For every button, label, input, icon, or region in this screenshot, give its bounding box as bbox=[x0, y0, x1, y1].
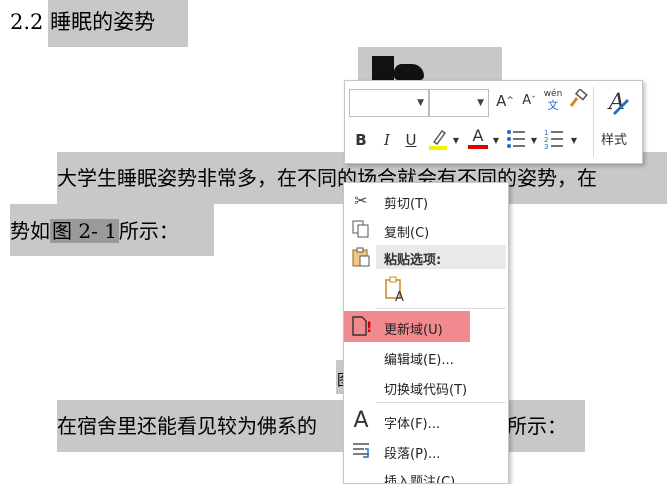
shrink-font-icon: A bbox=[522, 93, 532, 108]
format-painter-icon bbox=[569, 88, 588, 107]
menu-item-label: 插入题注(C)... bbox=[384, 475, 468, 484]
font-color-glyph: A bbox=[472, 126, 484, 145]
numbering-icon: 1 2 3 bbox=[544, 129, 563, 151]
numbering-button[interactable]: 1 2 3 bbox=[543, 128, 565, 155]
menu-item-label: 段落(P)... bbox=[384, 447, 441, 462]
underline-button[interactable]: U bbox=[403, 130, 419, 150]
paste-text-only-button[interactable]: A bbox=[384, 275, 408, 305]
grow-font-icon: A bbox=[496, 92, 507, 110]
phonetic-guide-char: 文 bbox=[547, 99, 559, 112]
line2-prefix: 势如 bbox=[10, 219, 50, 243]
context-menu: ✂ 剪切(T) 复制(C) 粘贴选项: A ! 更新域(U) 编辑域(E)...… bbox=[343, 182, 509, 484]
font-size-combo[interactable]: ▼ bbox=[429, 89, 489, 117]
figure-reference-field[interactable]: 图 2- 1 bbox=[50, 219, 119, 243]
styles-button[interactable]: A bbox=[603, 87, 637, 122]
numbering-dropdown[interactable]: ▼ bbox=[569, 131, 579, 151]
font-icon: A bbox=[353, 408, 369, 433]
update-field-icon: ! bbox=[350, 315, 372, 337]
menu-item-label: 复制(C) bbox=[384, 226, 430, 241]
menu-item-insert-caption[interactable]: 插入题注(C)... bbox=[344, 465, 508, 484]
section-heading: 2.2 睡眠的姿势 bbox=[10, 10, 156, 34]
paste-options-header: 粘贴选项: bbox=[376, 245, 506, 269]
picture-fragment-head bbox=[394, 64, 424, 80]
paragraph1-line2: 势如图 2- 1 所示： bbox=[10, 218, 179, 244]
paste-icon bbox=[350, 246, 372, 268]
phonetic-guide-button[interactable]: wén 文 bbox=[542, 89, 564, 111]
copy-icon bbox=[350, 219, 372, 241]
font-color-button[interactable]: A bbox=[467, 127, 489, 149]
toolbar-divider bbox=[593, 87, 594, 157]
line2-suffix: 所示： bbox=[118, 219, 179, 243]
paragraph1-line1: 大学生睡眠姿势非常多，在不同的场合就会有不同的姿势，在 bbox=[57, 166, 597, 190]
menu-item-update-field[interactable]: ! 更新域(U) bbox=[344, 311, 508, 342]
bullets-button[interactable] bbox=[505, 128, 527, 155]
mini-toolbar: ▼ ▼ A^ Aˇ wén 文 A 样式 B I U ▼ A ▼ ▼ 1 2 3… bbox=[344, 80, 643, 164]
font-color-swatch bbox=[468, 145, 488, 149]
menu-item-label: 字体(F)... bbox=[384, 417, 441, 432]
menu-item-font[interactable]: A 字体(F)... bbox=[344, 407, 508, 435]
font-color-dropdown[interactable]: ▼ bbox=[491, 131, 501, 151]
highlight-color-swatch bbox=[429, 146, 447, 150]
highlight-dropdown[interactable]: ▼ bbox=[451, 131, 461, 151]
menu-item-copy[interactable]: 复制(C) bbox=[344, 216, 508, 244]
menu-separator bbox=[376, 402, 506, 403]
svg-text:3: 3 bbox=[544, 143, 548, 150]
bold-button[interactable]: B bbox=[353, 130, 369, 150]
paste-text-only-icon: A bbox=[385, 276, 404, 305]
menu-item-edit-field[interactable]: 编辑域(E)... bbox=[344, 343, 508, 371]
scissors-icon: ✂ bbox=[354, 191, 368, 210]
menu-item-paragraph[interactable]: 段落(P)... bbox=[344, 437, 508, 465]
chevron-down-icon: ▼ bbox=[477, 98, 484, 108]
svg-text:!: ! bbox=[366, 320, 372, 336]
format-painter-button[interactable] bbox=[567, 88, 589, 114]
paste-options-label: 粘贴选项: bbox=[384, 253, 442, 268]
menu-item-label: 切换域代码(T) bbox=[384, 383, 468, 398]
styles-icon: A bbox=[607, 90, 629, 115]
chevron-down-icon: ▼ bbox=[417, 98, 424, 108]
paragraph-icon bbox=[350, 440, 372, 462]
menu-separator bbox=[376, 308, 506, 309]
menu-item-cut[interactable]: ✂ 剪切(T) bbox=[344, 187, 508, 215]
highlight-button[interactable] bbox=[427, 127, 449, 156]
paragraph2-line-end: 所示： bbox=[507, 414, 567, 438]
bullets-icon bbox=[507, 130, 525, 148]
menu-item-label: 编辑域(E)... bbox=[384, 353, 454, 368]
svg-text:A: A bbox=[395, 290, 404, 303]
styles-label: 样式 bbox=[601, 133, 628, 148]
shrink-font-button[interactable]: Aˇ bbox=[519, 91, 539, 111]
font-name-combo[interactable]: ▼ bbox=[349, 89, 429, 117]
paragraph2-line: 在宿舍里还能看见较为佛系的 bbox=[57, 414, 317, 438]
italic-button[interactable]: I bbox=[379, 130, 395, 150]
highlighter-icon bbox=[429, 130, 447, 150]
menu-item-label: 剪切(T) bbox=[384, 197, 429, 212]
grow-font-button[interactable]: A^ bbox=[495, 91, 515, 111]
bullets-dropdown[interactable]: ▼ bbox=[529, 131, 539, 151]
menu-item-toggle-field-codes[interactable]: 切换域代码(T) bbox=[344, 373, 508, 401]
menu-item-label: 更新域(U) bbox=[384, 323, 443, 338]
